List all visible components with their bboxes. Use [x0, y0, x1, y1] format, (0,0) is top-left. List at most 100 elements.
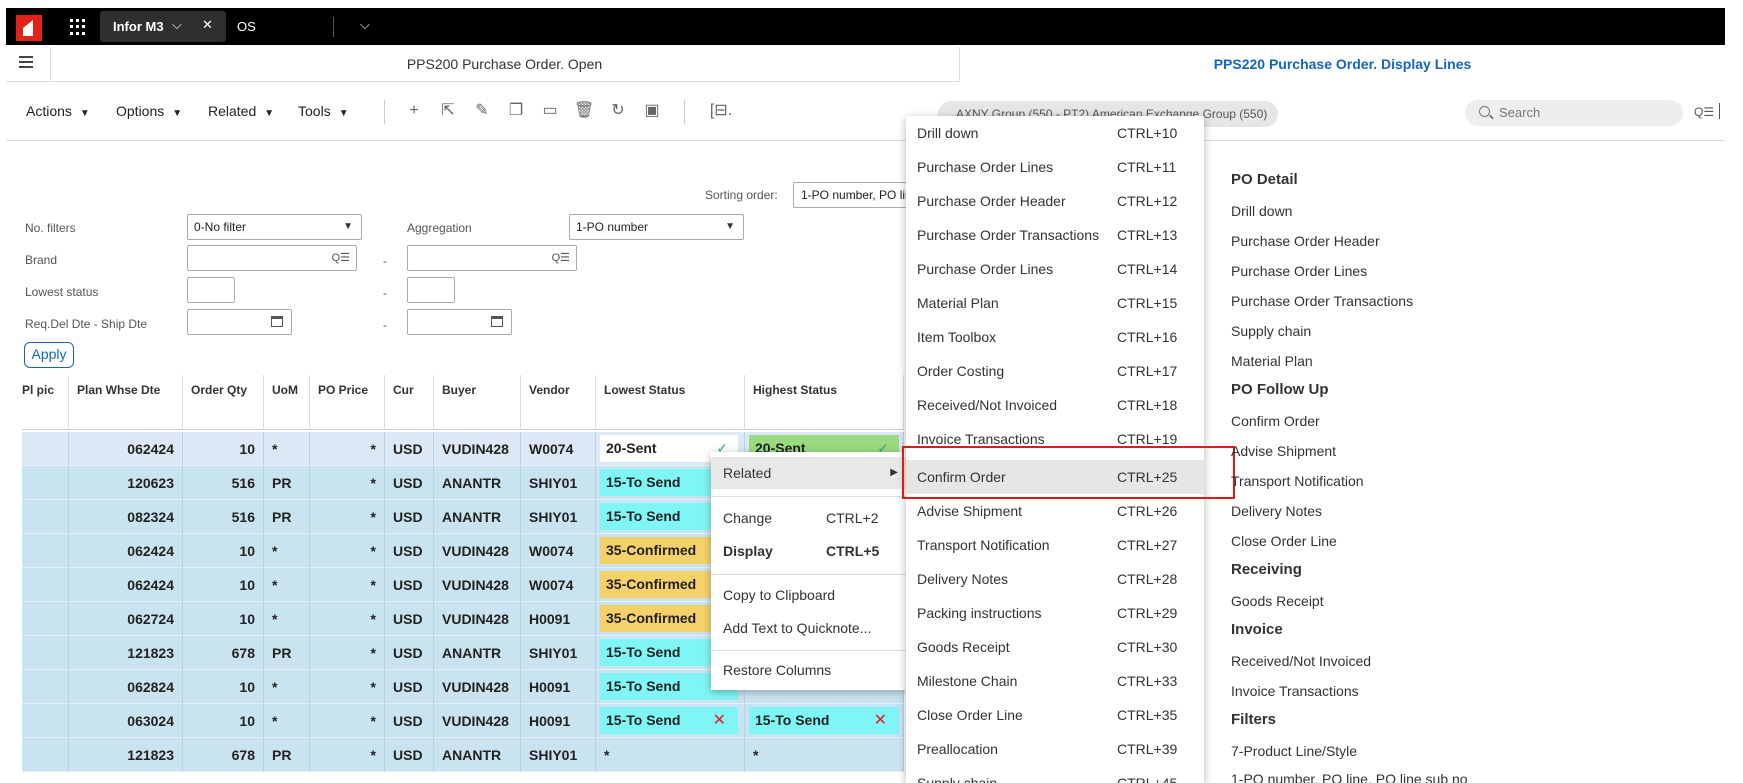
- related-item[interactable]: Material Plan CTRL+15: [906, 286, 1204, 320]
- related-item[interactable]: Supply chain CTRL+45: [906, 766, 1204, 783]
- related-item[interactable]: Packing instructions CTRL+29: [906, 596, 1204, 630]
- brand-to-input[interactable]: Q☰: [407, 245, 577, 271]
- hamburger-menu-icon[interactable]: [19, 56, 33, 68]
- column-header[interactable]: Lowest Status: [596, 375, 745, 430]
- panel-link[interactable]: 1-PO number, PO line, PO line sub no: [1231, 771, 1468, 783]
- shortcut-label: CTRL+5: [826, 543, 880, 559]
- panel-link[interactable]: Goods Receipt: [1231, 593, 1324, 609]
- panel-link[interactable]: Purchase Order Header: [1231, 233, 1380, 249]
- related-item[interactable]: Close Order Line CTRL+35: [906, 698, 1204, 732]
- related-item[interactable]: Purchase Order Header CTRL+12: [906, 184, 1204, 218]
- column-header[interactable]: Cur: [385, 375, 434, 430]
- related-item[interactable]: Advise Shipment CTRL+26: [906, 494, 1204, 528]
- panel-link[interactable]: Advise Shipment: [1231, 443, 1336, 459]
- related-item[interactable]: Item Toolbox CTRL+16: [906, 320, 1204, 354]
- column-header[interactable]: Plan Whse Dte: [69, 375, 183, 430]
- select-icon[interactable]: ⇱: [438, 101, 458, 121]
- panel-link[interactable]: Confirm Order: [1231, 413, 1320, 429]
- currency-cell: USD: [385, 602, 434, 636]
- column-header[interactable]: Buyer: [434, 375, 521, 430]
- panel-link[interactable]: Close Order Line: [1231, 533, 1337, 549]
- column-header[interactable]: Order Qty: [183, 375, 264, 430]
- buyer-cell: ANANTR: [434, 738, 521, 772]
- vendor-cell: SHIY01: [521, 500, 596, 534]
- panel-link[interactable]: Delivery Notes: [1231, 503, 1322, 519]
- calendar-icon[interactable]: [271, 316, 283, 327]
- infor-logo[interactable]: [16, 15, 42, 41]
- panel-link[interactable]: Transport Notification: [1231, 473, 1364, 489]
- context-item-related[interactable]: Related ▶: [711, 457, 906, 489]
- highest-status-cell: 15-To Send ✕: [745, 704, 904, 738]
- uom-cell: *: [264, 704, 310, 738]
- related-panel-title[interactable]: PPS220 Purchase Order. Display Lines: [959, 47, 1725, 82]
- close-icon[interactable]: ✕: [202, 17, 213, 33]
- related-item[interactable]: Milestone Chain CTRL+33: [906, 664, 1204, 698]
- context-item-change[interactable]: Change CTRL+2: [711, 502, 906, 534]
- context-item-copy[interactable]: Copy to Clipboard: [711, 579, 906, 611]
- column-header[interactable]: UoM: [264, 375, 310, 430]
- related-item[interactable]: Received/Not Invoiced CTRL+18: [906, 388, 1204, 422]
- aggregation-select[interactable]: 1-PO number ▼: [569, 214, 744, 240]
- calendar-icon[interactable]: [491, 316, 503, 327]
- panel-link[interactable]: Supply chain: [1231, 323, 1311, 339]
- context-item-restore-columns[interactable]: Restore Columns: [711, 654, 906, 686]
- related-item[interactable]: Preallocation CTRL+39: [906, 732, 1204, 766]
- edit-icon[interactable]: ✎: [472, 101, 492, 121]
- tools-menu-button[interactable]: Tools ▼: [298, 103, 349, 119]
- related-item-label: Material Plan: [917, 295, 999, 311]
- column-header[interactable]: Highest Status: [745, 375, 904, 430]
- table-row[interactable]: 121823 678 PR * USD ANANTR SHIY01 * *: [22, 738, 904, 772]
- related-item[interactable]: Goods Receipt CTRL+30: [906, 630, 1204, 664]
- chevron-down-icon[interactable]: ⌵: [360, 17, 370, 33]
- ship-date-input[interactable]: [407, 309, 512, 335]
- vendor-cell: SHIY01: [521, 466, 596, 500]
- split-view-icon[interactable]: [⊟.: [706, 101, 736, 121]
- related-item[interactable]: Order Costing CTRL+17: [906, 354, 1204, 388]
- related-item[interactable]: Purchase Order Lines CTRL+11: [906, 150, 1204, 184]
- context-item-quicknote[interactable]: Add Text to Quicknote...: [711, 612, 906, 644]
- tab-infor-m3[interactable]: Infor M3 ⌵ ✕: [100, 11, 226, 42]
- panel-link[interactable]: Drill down: [1231, 203, 1292, 219]
- panel-link[interactable]: Material Plan: [1231, 353, 1313, 369]
- add-icon[interactable]: +: [404, 101, 424, 121]
- column-header[interactable]: Pl pic: [22, 375, 69, 430]
- related-item[interactable]: Purchase Order Lines CTRL+14: [906, 252, 1204, 286]
- panel-link[interactable]: Received/Not Invoiced: [1231, 653, 1371, 669]
- apply-button[interactable]: Apply: [24, 342, 74, 368]
- quick-search-icon[interactable]: Q☰: [552, 246, 570, 270]
- panel-link[interactable]: Purchase Order Transactions: [1231, 293, 1413, 309]
- chevron-down-icon[interactable]: ⌵: [172, 17, 182, 33]
- related-menu-button[interactable]: Related ▼: [208, 103, 274, 119]
- delete-icon[interactable]: 🗑: [574, 101, 594, 121]
- related-item[interactable]: Transport Notification CTRL+27: [906, 528, 1204, 562]
- related-item[interactable]: Purchase Order Transactions CTRL+13: [906, 218, 1204, 252]
- display-icon[interactable]: ▭: [540, 101, 560, 121]
- lowest-status-to-input[interactable]: [407, 277, 455, 303]
- lowest-status-cell: 15-To Send ✕: [596, 704, 745, 738]
- search-input[interactable]: Search: [1465, 100, 1683, 126]
- lowest-status-from-input[interactable]: [187, 277, 235, 303]
- tab-os[interactable]: OS: [237, 19, 256, 34]
- panel-link[interactable]: 7-Product Line/Style: [1231, 743, 1357, 759]
- advanced-search-icon[interactable]: Q☰: [1694, 105, 1714, 119]
- no-filters-select[interactable]: 0-No filter ▼: [187, 214, 362, 240]
- brand-from-input[interactable]: Q☰: [187, 245, 357, 271]
- related-item-label: Milestone Chain: [917, 673, 1018, 689]
- related-item[interactable]: Delivery Notes CTRL+28: [906, 562, 1204, 596]
- related-item[interactable]: Drill down CTRL+10: [906, 116, 1204, 150]
- context-item-display[interactable]: Display CTRL+5: [711, 535, 906, 567]
- related-item-label: Purchase Order Lines: [917, 159, 1054, 175]
- save-icon[interactable]: ▣: [642, 101, 662, 121]
- req-del-date-input[interactable]: [187, 309, 292, 335]
- column-header[interactable]: PO Price: [310, 375, 385, 430]
- actions-menu-button[interactable]: Actions ▼: [26, 103, 90, 119]
- table-row[interactable]: 063024 10 * * USD VUDIN428 H0091 15-To S…: [22, 704, 904, 738]
- copy-icon[interactable]: ❐: [506, 101, 526, 121]
- options-menu-button[interactable]: Options ▼: [116, 103, 182, 119]
- app-grid-icon[interactable]: [70, 19, 86, 35]
- refresh-icon[interactable]: ↻: [608, 101, 628, 121]
- panel-link[interactable]: Invoice Transactions: [1231, 683, 1359, 699]
- column-header[interactable]: Vendor: [521, 375, 596, 430]
- panel-link[interactable]: Purchase Order Lines: [1231, 263, 1367, 279]
- quick-search-icon[interactable]: Q☰: [332, 246, 350, 270]
